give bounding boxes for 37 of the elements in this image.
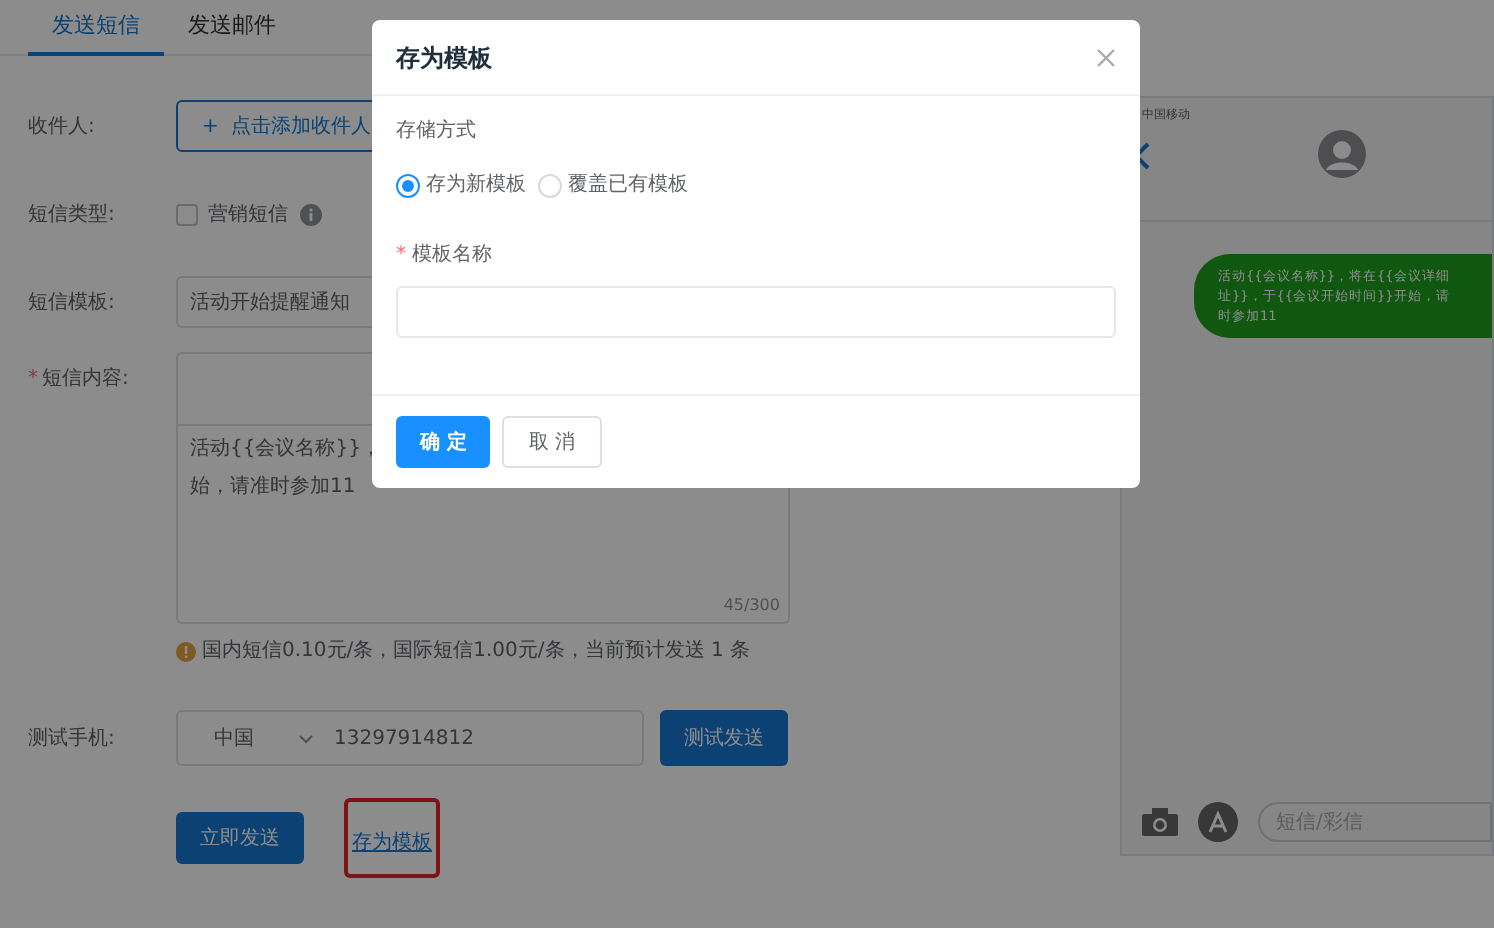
content-text: 活动{{会议名称}}， <box>190 435 381 464</box>
camera-icon[interactable] <box>1142 808 1178 836</box>
send-now-button[interactable]: 立即发送 <box>176 812 304 864</box>
radio-option[interactable]: 存为新模板 <box>396 170 526 200</box>
phone-number: 13297914812 <box>334 725 474 753</box>
country-select[interactable]: 中国 <box>178 723 298 753</box>
name-label: 模板名称 <box>412 241 492 270</box>
char-counter: 45/300 <box>723 594 780 618</box>
test-send-button[interactable]: 测试发送 <box>660 710 788 766</box>
phone-field[interactable]: 中国 13297914812 <box>176 710 644 766</box>
radio-option[interactable]: 覆盖已有模板 <box>538 170 688 200</box>
close-icon[interactable] <box>1096 47 1116 67</box>
field-label: 收件人: <box>28 113 97 141</box>
checkbox-label: 营销短信 <box>208 201 288 229</box>
tab[interactable]: 发送邮件 <box>164 0 300 56</box>
required-mark: * <box>396 242 406 270</box>
back-icon <box>1134 142 1150 170</box>
field-label: 短信模板: <box>28 289 117 317</box>
storage-label: 存储方式 <box>396 117 478 146</box>
cancel-button[interactable]: 取 消 <box>502 416 602 468</box>
checkbox[interactable] <box>176 203 198 225</box>
confirm-button[interactable]: 确 定 <box>396 416 491 468</box>
dialog-title: 存为模板 <box>396 41 492 75</box>
template-name-field[interactable] <box>396 286 1116 338</box>
required-mark: * <box>28 366 38 394</box>
content-text: 始，请准时参加11 <box>190 473 356 502</box>
chevron-down-icon <box>298 733 314 743</box>
tab[interactable]: 发送短信 <box>28 0 164 56</box>
field-label: 短信类型: <box>28 201 117 229</box>
info-icon <box>300 203 322 225</box>
radio-icon[interactable] <box>396 173 420 197</box>
avatar-icon <box>1318 130 1366 178</box>
app-store-icon[interactable] <box>1198 802 1238 842</box>
field-label: 短信内容: <box>42 365 129 394</box>
cost-note: 国内短信0.10元/条，国际短信1.00元/条，当前预计发送 1 条 <box>202 637 750 666</box>
field-label: 测试手机: <box>28 725 117 753</box>
warning-icon <box>176 641 196 661</box>
